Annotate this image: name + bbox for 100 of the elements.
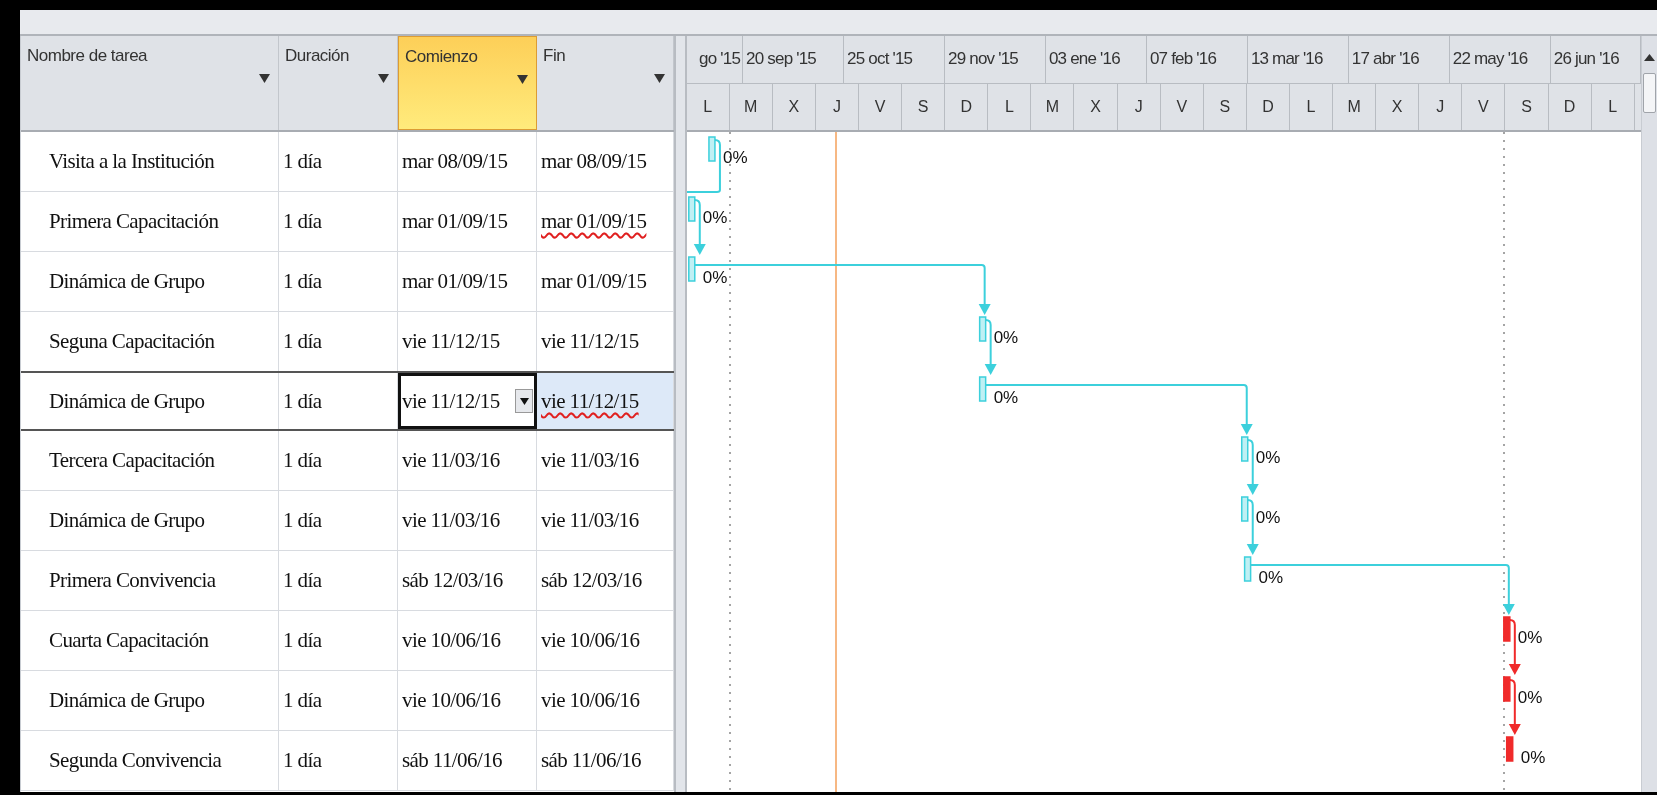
timescale-label: M	[729, 83, 773, 130]
timescale-label: 29 nov '15	[945, 36, 1046, 83]
progress-label: 0%	[1517, 688, 1543, 707]
dropdown-icon[interactable]	[259, 74, 270, 83]
timescale-label: V	[1160, 83, 1204, 130]
dropdown-icon[interactable]	[654, 74, 665, 83]
table-cell: vie 10/06/16	[398, 671, 537, 730]
table-cell: vie 10/06/16	[398, 611, 537, 670]
table-cell: Tercera Capacitación	[21, 431, 279, 490]
table-cell: Dinámica de Grupo	[21, 373, 279, 429]
table-cell: Dinámica de Grupo	[21, 491, 279, 550]
table-cell: mar 01/09/15	[398, 252, 537, 311]
timescale-label: L	[988, 83, 1032, 130]
caret-icon	[519, 397, 529, 405]
table-cell: 1 día	[279, 252, 398, 311]
timescale-label: M	[1333, 83, 1377, 130]
table-cell: 1 día	[279, 731, 398, 790]
timescale-label: D	[1246, 83, 1290, 130]
table-cell: Primera Capacitación	[21, 192, 279, 251]
table-cell: 1 día	[279, 373, 398, 429]
task-bar[interactable]	[707, 136, 716, 162]
timescale-label: D	[945, 83, 989, 130]
task-bar[interactable]	[687, 196, 696, 222]
timescale-label: go '15	[686, 36, 744, 83]
timescale-label: X	[772, 83, 816, 130]
timescale-label: 22 may '16	[1449, 36, 1551, 83]
task-bar[interactable]	[1240, 496, 1249, 522]
task-bar[interactable]	[1505, 736, 1514, 762]
timescale-label: 17 abr '16	[1348, 36, 1450, 83]
timescale-label: J	[815, 83, 859, 130]
timescale-label: 26 jun '16	[1550, 36, 1641, 83]
dropdown-icon[interactable]	[517, 75, 528, 84]
progress-label: 0%	[702, 208, 727, 227]
table-cell: vie 11/03/16	[398, 491, 537, 550]
table-cell: Dinámica de Grupo	[21, 252, 279, 311]
table-cell: vie 11/03/16	[398, 431, 537, 490]
timescale-label: J	[1419, 83, 1463, 130]
task-bar[interactable]	[1240, 436, 1249, 462]
task-bar[interactable]	[1502, 676, 1511, 702]
scroll-up-icon[interactable]	[1643, 54, 1655, 61]
progress-label: 0%	[1255, 508, 1280, 527]
task-bar[interactable]	[978, 316, 987, 342]
timescale-label: S	[902, 83, 946, 130]
task-bar[interactable]	[1502, 616, 1511, 642]
table-cell: Segunda Convivencia	[21, 731, 279, 790]
timescale-label: L	[1289, 83, 1334, 130]
table-cell: vie 11/12/15	[537, 373, 674, 429]
timescale-label: X	[1376, 83, 1420, 130]
table-cell: Dinámica de Grupo	[21, 671, 279, 730]
timescale-label: M	[1031, 83, 1075, 130]
table-cell: Seguna Capacitación	[21, 312, 279, 371]
timescale-label: 07 feb '16	[1146, 36, 1248, 83]
timescale-label: L	[686, 83, 730, 130]
progress-label: 0%	[1517, 628, 1543, 647]
timescale-label: S	[1505, 83, 1549, 130]
column-header[interactable]: Nombre de tarea	[21, 36, 279, 130]
table-cell: Visita a la Institución	[21, 132, 279, 191]
table-cell: 1 día	[279, 491, 398, 550]
timescale-label: 20 sep '15	[743, 36, 845, 83]
table-cell: sáb 11/06/16	[398, 731, 537, 790]
link-line	[686, 139, 721, 193]
timescale-label: D	[1548, 83, 1592, 130]
timescale-label: 13 mar '16	[1247, 36, 1349, 83]
timescale-label: X	[1074, 83, 1118, 130]
task-bar[interactable]	[687, 256, 696, 282]
dropdown-icon[interactable]	[378, 74, 389, 83]
timescale-label: L	[1591, 83, 1635, 130]
progress-label: 0%	[993, 388, 1018, 407]
table-cell: mar 08/09/15	[398, 132, 537, 191]
timescale-label: S	[1203, 83, 1247, 130]
table-cell: 1 día	[279, 431, 398, 490]
table-cell: Primera Convivencia	[21, 551, 279, 610]
progress-label: 0%	[702, 268, 727, 287]
progress-label: 0%	[722, 148, 748, 167]
table-cell: 1 día	[279, 611, 398, 670]
timescale-label: V	[859, 83, 903, 130]
table-cell: 1 día	[279, 551, 398, 610]
timescale-label: J	[1117, 83, 1161, 130]
scrollbar-thumb[interactable]	[1642, 73, 1656, 113]
table-cell: vie 11/12/15	[398, 312, 537, 371]
table-cell: 1 día	[279, 192, 398, 251]
table-cell: mar 01/09/15	[398, 192, 537, 251]
progress-label: 0%	[1258, 568, 1283, 587]
date-field[interactable]: vie 11/12/15	[398, 373, 537, 429]
progress-label: 0%	[1255, 448, 1280, 467]
table-cell: 1 día	[279, 312, 398, 371]
task-bar[interactable]	[978, 376, 987, 402]
dropdown-button[interactable]	[515, 389, 533, 413]
timescale-label: 03 ene '16	[1045, 36, 1147, 83]
table-cell: 1 día	[279, 132, 398, 191]
task-bar[interactable]	[1243, 556, 1251, 582]
table-cell: Cuarta Capacitación	[21, 611, 279, 670]
progress-label: 0%	[1520, 748, 1545, 767]
progress-label: 0%	[993, 328, 1018, 347]
pane-splitter[interactable]	[674, 36, 687, 792]
timescale-label: 25 oct '15	[844, 36, 945, 83]
table-cell: sáb 12/03/16	[398, 551, 537, 610]
timescale-label: V	[1462, 83, 1506, 130]
column-header[interactable]: Comienzo	[398, 36, 537, 130]
table-cell: 1 día	[279, 671, 398, 730]
